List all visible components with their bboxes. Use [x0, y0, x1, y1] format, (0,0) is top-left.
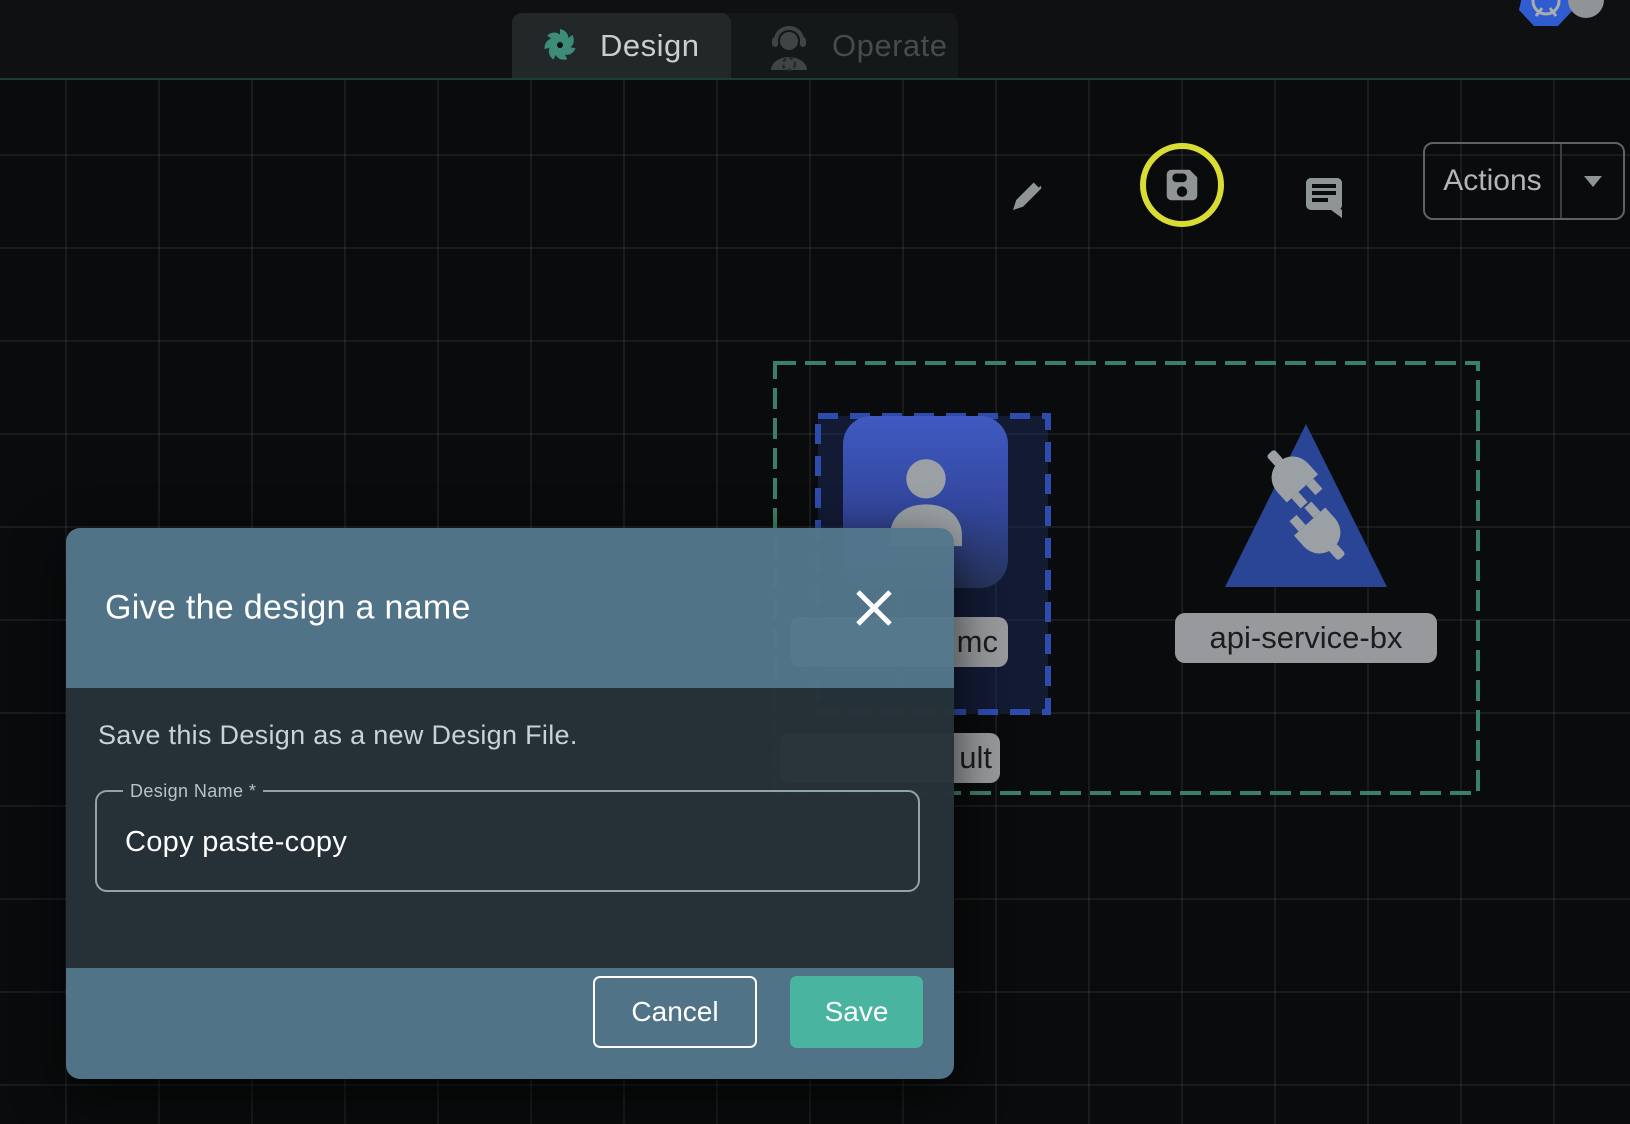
dialog-description: Save this Design as a new Design File.: [98, 720, 578, 751]
meshery-logo-icon: [542, 27, 578, 63]
tab-operate-label: Operate: [832, 28, 948, 64]
tab-operate[interactable]: Operate: [731, 13, 958, 78]
tab-design-label: Design: [600, 28, 700, 64]
dialog-header: Give the design a name: [66, 528, 954, 688]
design-name-field: Design Name *: [95, 790, 920, 892]
design-name-input[interactable]: [123, 794, 897, 890]
actions-button-label[interactable]: Actions: [1425, 144, 1560, 218]
chevron-down-icon: [1582, 174, 1604, 188]
node-label-api-service: api-service-bx: [1175, 613, 1437, 663]
app-window: mc ult api-service-bx Actions: [0, 0, 1630, 1124]
actions-split-button[interactable]: Actions: [1423, 142, 1625, 220]
top-navigation-bar: Design Operate: [0, 0, 1630, 80]
dialog-body: Save this Design as a new Design File. D…: [66, 688, 954, 968]
cancel-button[interactable]: Cancel: [593, 976, 757, 1048]
actions-dropdown-toggle[interactable]: [1562, 144, 1623, 218]
save-floppy-icon[interactable]: [1161, 164, 1203, 206]
operator-headset-icon: [766, 24, 812, 74]
dialog-footer: Cancel Save: [66, 968, 954, 1079]
mode-tabstrip: Design Operate: [512, 13, 958, 78]
tab-design[interactable]: Design: [512, 13, 731, 78]
kubernetes-logo-icon[interactable]: [1518, 0, 1574, 28]
dialog-title: Give the design a name: [105, 589, 471, 628]
save-design-dialog: Give the design a name Save this Design …: [66, 528, 954, 1079]
save-button[interactable]: Save: [790, 976, 923, 1048]
edit-pencil-icon[interactable]: [1006, 173, 1050, 217]
close-icon[interactable]: [853, 587, 895, 629]
comment-icon[interactable]: [1301, 172, 1347, 218]
